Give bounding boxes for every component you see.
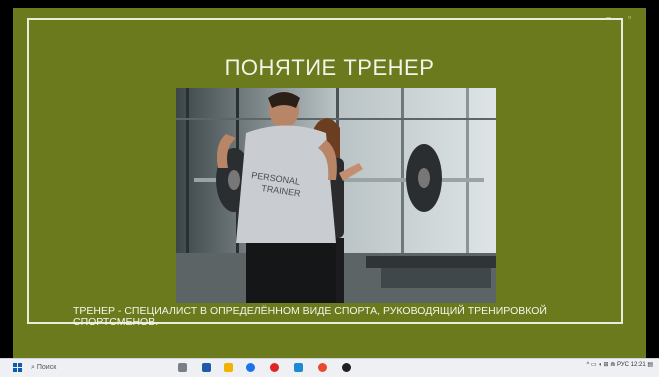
clock[interactable]: 12:21: [631, 362, 646, 368]
browser-icon[interactable]: [318, 363, 327, 372]
store-icon[interactable]: [202, 363, 211, 372]
obs-icon[interactable]: [342, 363, 351, 372]
taskbar: ⌕ Поиск ^ ▭ ◖ ⊞ ⋒ РУС 12:21 ▤: [0, 358, 659, 377]
taskbar-search[interactable]: ⌕ Поиск: [31, 361, 126, 375]
search-icon: ⌕: [31, 364, 35, 371]
task-view-icon[interactable]: [178, 363, 187, 372]
photos-icon[interactable]: [294, 363, 303, 372]
language-indicator[interactable]: РУС: [617, 362, 629, 368]
windows-start-icon[interactable]: [13, 363, 23, 373]
slide-caption: ТРЕНЕР - СПЕЦИАЛИСТ В ОПРЕДЕЛЁННОМ ВИДЕ …: [73, 305, 547, 328]
system-tray: ^ ▭ ◖ ⊞ ⋒ РУС 12:21 ▤: [586, 361, 653, 368]
opera-icon[interactable]: [270, 363, 279, 372]
slide-title: ПОНЯТИЕ ТРЕНЕР: [224, 55, 435, 80]
tray-icons[interactable]: ^ ▭ ◖ ⊞ ⋒: [586, 362, 615, 368]
presentation-screen: – ▫ ПОНЯТИЕ ТРЕНЕР PERSONAL TRAINER ТРЕН…: [0, 0, 659, 358]
trainer-photo: PERSONAL TRAINER: [176, 88, 496, 303]
file-explorer-icon[interactable]: [224, 363, 233, 372]
maximize-button[interactable]: ▫: [628, 12, 631, 22]
notifications-icon[interactable]: ▤: [647, 362, 653, 368]
chrome-icon[interactable]: [246, 363, 255, 372]
search-input[interactable]: Поиск: [37, 364, 56, 371]
